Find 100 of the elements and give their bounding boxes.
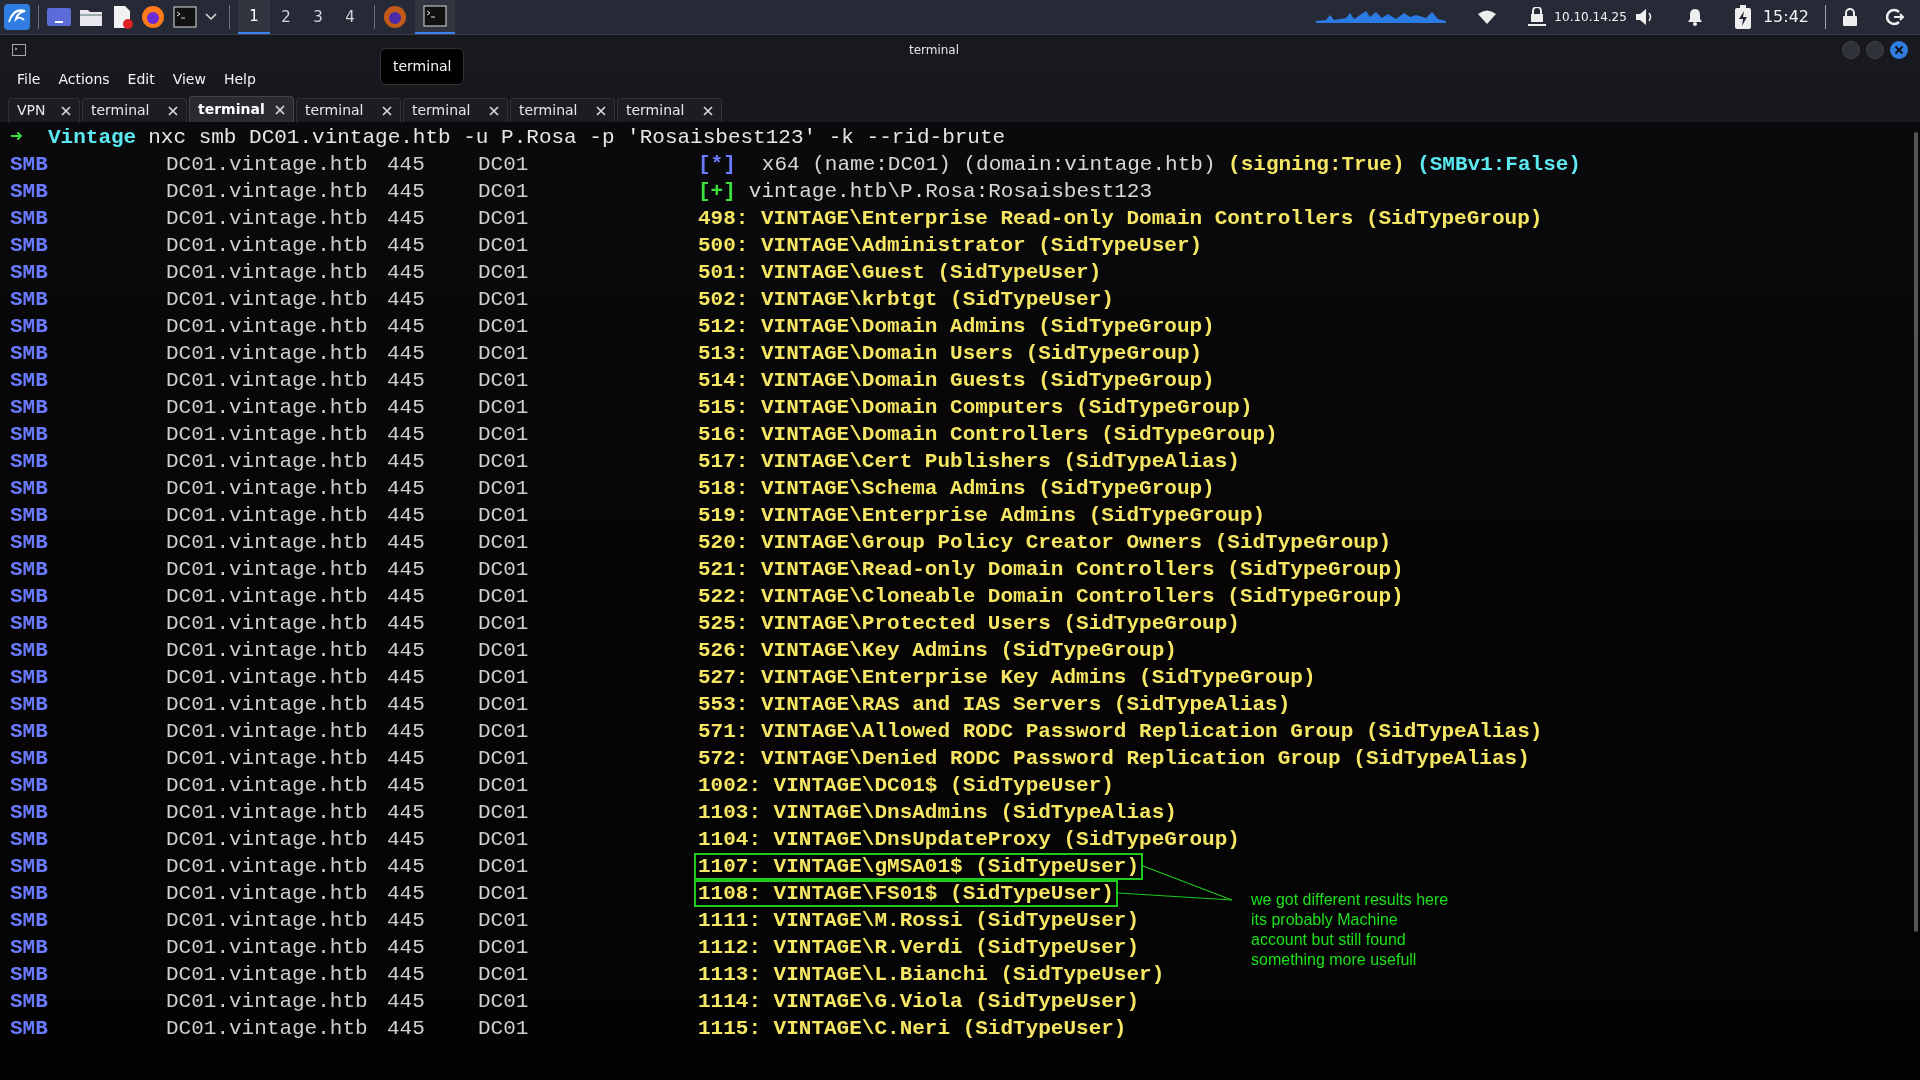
terminal-tab[interactable]: terminal <box>510 98 615 122</box>
output-text: 514: VINTAGE\Domain Guests (SidTypeGroup) <box>697 368 1216 394</box>
port-number: 445 <box>387 746 426 772</box>
workspace-button[interactable]: 1 <box>238 0 270 34</box>
desktop-icon[interactable] <box>47 6 71 28</box>
output-text: 515: VINTAGE\Domain Computers (SidTypeGroup) <box>697 395 1254 421</box>
annotation-text: we got different results here its probably Machine account but still found something more usefull <box>1251 890 1449 970</box>
close-icon[interactable] <box>61 105 71 116</box>
host-name: DC01.vintage.htb <box>166 962 369 988</box>
clock[interactable]: 15:42 <box>1762 5 1809 29</box>
menu-item[interactable]: Actions <box>49 68 119 90</box>
host-name: DC01.vintage.htb <box>166 746 369 772</box>
battery-charging-icon[interactable] <box>1734 5 1751 29</box>
protocol-label: SMB <box>10 395 49 421</box>
vpn-lock-icon[interactable] <box>1528 7 1547 27</box>
output-text: 1113: VINTAGE\L.Bianchi (SidTypeUser) <box>697 962 1166 988</box>
caret-icon[interactable] <box>205 13 217 21</box>
close-icon[interactable] <box>596 105 606 116</box>
host-name: DC01.vintage.htb <box>166 1016 369 1042</box>
protocol-label: SMB <box>10 314 49 340</box>
output-text: 521: VINTAGE\Read-only Domain Controllers (SidTypeGroup) <box>697 557 1405 583</box>
host-name: DC01.vintage.htb <box>166 152 369 178</box>
output-text: x64 (name:DC01) (domain:vintage.htb) (signing:True) (SMBv1:False) <box>760 152 1582 178</box>
menu-item[interactable]: File <box>8 68 50 90</box>
host-name: DC01.vintage.htb <box>166 638 369 664</box>
protocol-label: SMB <box>10 287 49 313</box>
protocol-label: SMB <box>10 368 49 394</box>
prompt-directory: Vintage <box>48 125 137 151</box>
server-name: DC01 <box>478 287 530 313</box>
scrollbar[interactable] <box>1914 132 1918 932</box>
port-number: 445 <box>387 638 426 664</box>
port-number: 445 <box>387 314 426 340</box>
protocol-label: SMB <box>10 773 49 799</box>
server-name: DC01 <box>478 395 530 421</box>
close-icon[interactable] <box>703 105 713 116</box>
terminal-tab[interactable]: terminal <box>189 96 294 122</box>
output-text: 498: VINTAGE\Enterprise Read-only Domain Controllers (SidTypeGroup) <box>697 206 1544 232</box>
host-name: DC01.vintage.htb <box>166 773 369 799</box>
server-name: DC01 <box>478 719 530 745</box>
terminal-tab[interactable]: terminal <box>296 98 401 122</box>
close-icon[interactable] <box>489 105 499 116</box>
protocol-label: SMB <box>10 881 49 907</box>
menu-item[interactable]: Help <box>214 68 265 90</box>
terminal-tab[interactable]: terminal <box>617 98 722 122</box>
lock-icon[interactable] <box>1842 8 1858 26</box>
port-number: 445 <box>387 1016 426 1042</box>
wifi-icon[interactable] <box>1478 10 1497 24</box>
output-text: 1115: VINTAGE\C.Neri (SidTypeUser) <box>697 1016 1128 1042</box>
port-number: 445 <box>387 827 426 853</box>
port-number: 445 <box>387 152 426 178</box>
port-number: 445 <box>387 368 426 394</box>
terminal-tab[interactable]: terminal <box>82 98 187 122</box>
server-name: DC01 <box>478 368 530 394</box>
protocol-label: SMB <box>10 854 49 880</box>
close-icon[interactable] <box>275 104 285 115</box>
window-title: terminal <box>908 41 960 59</box>
terminal-tab[interactable]: VPN <box>8 98 80 122</box>
output-text: 1112: VINTAGE\R.Verdi (SidTypeUser) <box>697 935 1141 961</box>
server-name: DC01 <box>478 476 530 502</box>
workspace-button[interactable]: 4 <box>334 0 366 34</box>
terminal-icon[interactable] <box>173 6 197 28</box>
host-name: DC01.vintage.htb <box>166 179 369 205</box>
server-name: DC01 <box>478 611 530 637</box>
port-number: 445 <box>387 422 426 448</box>
ip-address: 10.10.14.25 <box>1554 9 1627 26</box>
close-button[interactable] <box>1890 40 1908 59</box>
workspace-button[interactable]: 3 <box>302 0 334 34</box>
protocol-label: SMB <box>10 233 49 259</box>
close-icon[interactable] <box>382 105 392 116</box>
protocol-label: SMB <box>10 449 49 475</box>
server-name: DC01 <box>478 854 530 880</box>
protocol-label: SMB <box>10 908 49 934</box>
host-name: DC01.vintage.htb <box>166 449 369 475</box>
server-name: DC01 <box>478 260 530 286</box>
protocol-label: SMB <box>10 152 49 178</box>
menu-item[interactable]: View <box>163 68 215 90</box>
terminal-task-button[interactable] <box>415 0 455 34</box>
port-number: 445 <box>387 179 426 205</box>
output-text: 519: VINTAGE\Enterprise Admins (SidTypeGroup) <box>697 503 1267 529</box>
port-number: 445 <box>387 341 426 367</box>
host-name: DC01.vintage.htb <box>166 935 369 961</box>
notification-bell-icon[interactable] <box>1686 8 1703 26</box>
workspace-button[interactable]: 2 <box>270 0 302 34</box>
close-icon[interactable] <box>168 105 178 116</box>
port-number: 445 <box>387 449 426 475</box>
port-number: 445 <box>387 773 426 799</box>
output-text: 517: VINTAGE\Cert Publishers (SidTypeAlias) <box>697 449 1241 475</box>
logout-icon[interactable] <box>1886 8 1904 26</box>
document-edit-icon[interactable] <box>111 5 133 29</box>
server-name: DC01 <box>478 1016 530 1042</box>
port-number: 445 <box>387 584 426 610</box>
terminal-tab[interactable]: terminal <box>403 98 508 122</box>
menu-item[interactable]: Edit <box>118 68 164 90</box>
server-name: DC01 <box>478 503 530 529</box>
output-text: 553: VINTAGE\RAS and IAS Servers (SidTypeAlias) <box>697 692 1292 718</box>
output-text: 572: VINTAGE\Denied RODC Password Replication Group (SidTypeAlias) <box>697 746 1531 772</box>
output-text: 522: VINTAGE\Cloneable Domain Controllers (SidTypeGroup) <box>697 584 1405 610</box>
output-text: 501: VINTAGE\Guest (SidTypeUser) <box>697 260 1103 286</box>
host-name: DC01.vintage.htb <box>166 584 369 610</box>
host-name: DC01.vintage.htb <box>166 854 369 880</box>
